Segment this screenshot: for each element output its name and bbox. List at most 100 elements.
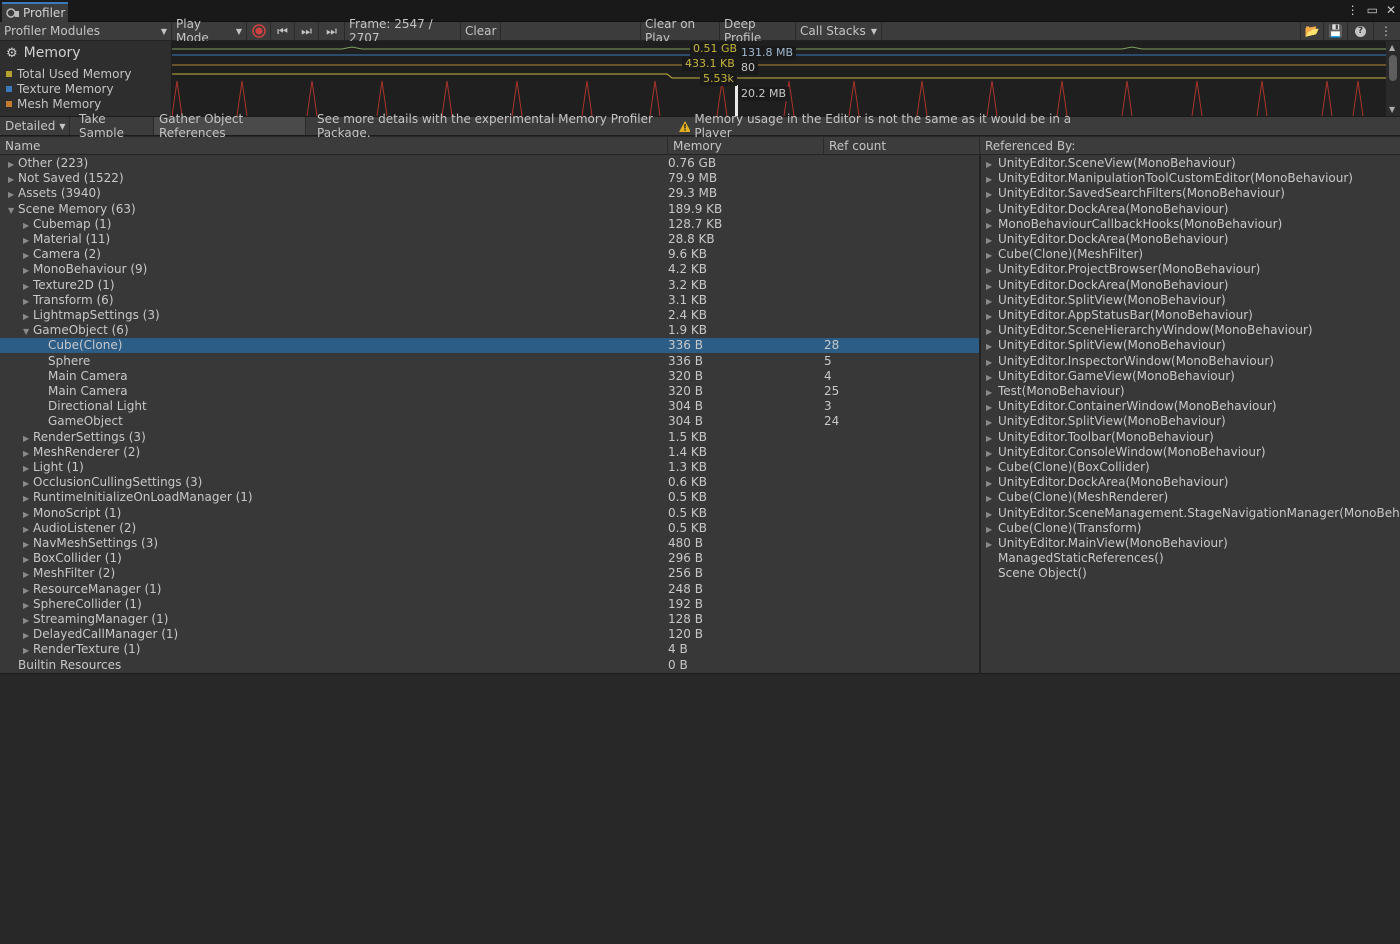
save-button[interactable]: 💾 [1324, 22, 1348, 40]
module-title[interactable]: ⚙ Memory [6, 45, 81, 61]
expand-arrow-icon[interactable]: ▶ [23, 248, 33, 263]
collapse-arrow-icon[interactable]: ▼ [23, 324, 33, 339]
referenced-by-item[interactable]: ▶ UnityEditor.SplitView(MonoBehaviour) [986, 293, 1226, 308]
legend-item-mesh[interactable]: Mesh Memory [6, 97, 101, 111]
table-row[interactable]: ▶ RenderSettings (3) 1.5 KB [0, 430, 979, 445]
column-header-name[interactable]: Name [0, 137, 668, 155]
referenced-by-item[interactable]: ▶ UnityEditor.DockArea(MonoBehaviour) [986, 475, 1228, 490]
play-mode-dropdown[interactable]: Play Mode ▼ [172, 17, 247, 45]
referenced-by-item[interactable]: ▶ UnityEditor.SplitView(MonoBehaviour) [986, 414, 1226, 429]
expand-arrow-icon[interactable]: ▶ [23, 446, 33, 461]
referenced-by-item[interactable]: ▶ UnityEditor.SplitView(MonoBehaviour) [986, 338, 1226, 353]
expand-arrow-icon[interactable]: ▶ [986, 461, 998, 476]
maximize-icon[interactable]: ▭ [1367, 3, 1378, 17]
table-row[interactable]: ▶ NavMeshSettings (3) 480 B [0, 536, 979, 551]
expand-arrow-icon[interactable]: ▶ [986, 431, 998, 446]
expand-arrow-icon[interactable]: ▶ [986, 294, 998, 309]
table-row[interactable]: ▶ Camera (2) 9.6 KB [0, 247, 979, 262]
table-row[interactable]: ▶ MonoScript (1) 0.5 KB [0, 506, 979, 521]
expand-arrow-icon[interactable]: ▶ [23, 263, 33, 278]
close-icon[interactable]: ✕ [1386, 3, 1396, 17]
expand-arrow-icon[interactable]: ▶ [986, 446, 998, 461]
table-row[interactable]: ▶ DelayedCallManager (1) 120 B [0, 627, 979, 642]
expand-arrow-icon[interactable]: ▶ [986, 355, 998, 370]
referenced-by-item[interactable]: ▶ UnityEditor.ConsoleWindow(MonoBehaviour… [986, 445, 1266, 460]
expand-arrow-icon[interactable]: ▶ [23, 507, 33, 522]
referenced-by-item[interactable]: ▶ UnityEditor.MainView(MonoBehaviour) [986, 536, 1228, 551]
expand-arrow-icon[interactable]: ▶ [23, 491, 33, 506]
column-header-ref-count[interactable]: Ref count [824, 137, 980, 155]
table-row[interactable]: Cube(Clone) 336 B 28 [0, 338, 979, 354]
table-row[interactable]: ▶ SphereCollider (1) 192 B [0, 597, 979, 612]
gather-object-references-toggle[interactable]: Gather Object References [154, 112, 306, 140]
expand-arrow-icon[interactable]: ▶ [23, 537, 33, 552]
expand-arrow-icon[interactable]: ▶ [986, 491, 998, 506]
column-header-memory[interactable]: Memory [668, 137, 824, 155]
more-options-icon[interactable]: ⋮ [1347, 3, 1359, 17]
referenced-by-item[interactable]: Scene Object() [986, 566, 1087, 581]
expand-arrow-icon[interactable]: ▶ [23, 218, 33, 233]
table-row[interactable]: ▶ ResourceManager (1) 248 B [0, 582, 979, 597]
expand-arrow-icon[interactable]: ▶ [23, 567, 33, 582]
expand-arrow-icon[interactable]: ▶ [986, 279, 998, 294]
expand-arrow-icon[interactable]: ▶ [986, 370, 998, 385]
scroll-thumb[interactable] [1389, 55, 1397, 81]
referenced-by-item[interactable]: ▶ UnityEditor.ProjectBrowser(MonoBehaviou… [986, 262, 1260, 277]
expand-arrow-icon[interactable]: ▶ [23, 309, 33, 324]
table-row[interactable]: ▶ OcclusionCullingSettings (3) 0.6 KB [0, 475, 979, 490]
referenced-by-item[interactable]: ▶ Test(MonoBehaviour) [986, 384, 1125, 399]
expand-arrow-icon[interactable]: ▶ [986, 172, 998, 187]
referenced-by-item[interactable]: ManagedStaticReferences() [986, 551, 1164, 566]
expand-arrow-icon[interactable]: ▶ [986, 263, 998, 278]
expand-arrow-icon[interactable]: ▶ [986, 415, 998, 430]
scroll-up-icon[interactable]: ▲ [1389, 43, 1395, 52]
expand-arrow-icon[interactable]: ▶ [23, 628, 33, 643]
referenced-by-item[interactable]: ▶ UnityEditor.GameView(MonoBehaviour) [986, 369, 1235, 384]
expand-arrow-icon[interactable]: ▶ [23, 522, 33, 537]
expand-arrow-icon[interactable]: ▶ [986, 248, 998, 263]
expand-arrow-icon[interactable]: ▶ [986, 507, 998, 522]
table-row[interactable]: ▼ Scene Memory (63) 189.9 KB [0, 202, 979, 217]
expand-arrow-icon[interactable]: ▶ [986, 537, 998, 552]
table-row[interactable]: ▶ Other (223) 0.76 GB [0, 156, 979, 171]
table-row[interactable]: ▶ Light (1) 1.3 KB [0, 460, 979, 475]
expand-arrow-icon[interactable]: ▶ [986, 203, 998, 218]
next-frame-button[interactable]: ⏭ [295, 22, 319, 40]
expand-arrow-icon[interactable]: ▶ [23, 598, 33, 613]
referenced-by-item[interactable]: ▶ MonoBehaviourCallbackHooks(MonoBehaviou… [986, 217, 1282, 232]
expand-arrow-icon[interactable]: ▶ [986, 476, 998, 491]
table-row[interactable]: Builtin Resources 0 B [0, 658, 979, 673]
record-button[interactable] [247, 22, 271, 40]
current-frame-button[interactable]: ⏭ [319, 22, 345, 40]
referenced-by-item[interactable]: ▶ UnityEditor.InspectorWindow(MonoBehavio… [986, 354, 1274, 369]
memory-profiler-package-link[interactable]: See more details with the experimental M… [312, 112, 674, 140]
legend-item-total-used[interactable]: Total Used Memory [6, 67, 132, 81]
clear-on-play-button[interactable]: Clear on Play [640, 17, 720, 45]
expand-arrow-icon[interactable]: ▶ [23, 583, 33, 598]
referenced-by-item[interactable]: ▶ Cube(Clone)(MeshRenderer) [986, 490, 1168, 505]
table-row[interactable]: ▶ StreamingManager (1) 128 B [0, 612, 979, 627]
table-row[interactable]: ▶ Transform (6) 3.1 KB [0, 293, 979, 308]
expand-arrow-icon[interactable]: ▶ [8, 187, 18, 202]
expand-arrow-icon[interactable]: ▶ [986, 385, 998, 400]
clear-button[interactable]: Clear [461, 22, 501, 40]
profiler-modules-dropdown[interactable]: Profiler Modules ▼ [0, 22, 172, 40]
referenced-by-item[interactable]: ▶ UnityEditor.ManipulationToolCustomEdito… [986, 171, 1353, 186]
expand-arrow-icon[interactable]: ▶ [986, 218, 998, 233]
collapse-arrow-icon[interactable]: ▼ [8, 203, 18, 218]
load-button[interactable]: 📂 [1300, 22, 1324, 40]
table-row[interactable]: ▶ Texture2D (1) 3.2 KB [0, 278, 979, 293]
table-row[interactable]: ▶ Cubemap (1) 128.7 KB [0, 217, 979, 232]
expand-arrow-icon[interactable]: ▶ [23, 294, 33, 309]
expand-arrow-icon[interactable]: ▶ [986, 309, 998, 324]
deep-profile-button[interactable]: Deep Profile [720, 17, 796, 45]
referenced-by-item[interactable]: ▶ UnityEditor.AppStatusBar(MonoBehaviour) [986, 308, 1253, 323]
expand-arrow-icon[interactable]: ▶ [8, 172, 18, 187]
expand-arrow-icon[interactable]: ▶ [986, 187, 998, 202]
expand-arrow-icon[interactable]: ▶ [986, 233, 998, 248]
expand-arrow-icon[interactable]: ▶ [23, 552, 33, 567]
table-row[interactable]: ▶ MeshRenderer (2) 1.4 KB [0, 445, 979, 460]
table-row[interactable]: ▶ RenderTexture (1) 4 B [0, 642, 979, 657]
expand-arrow-icon[interactable]: ▶ [23, 431, 33, 446]
table-row[interactable]: ▶ Not Saved (1522) 79.9 MB [0, 171, 979, 186]
